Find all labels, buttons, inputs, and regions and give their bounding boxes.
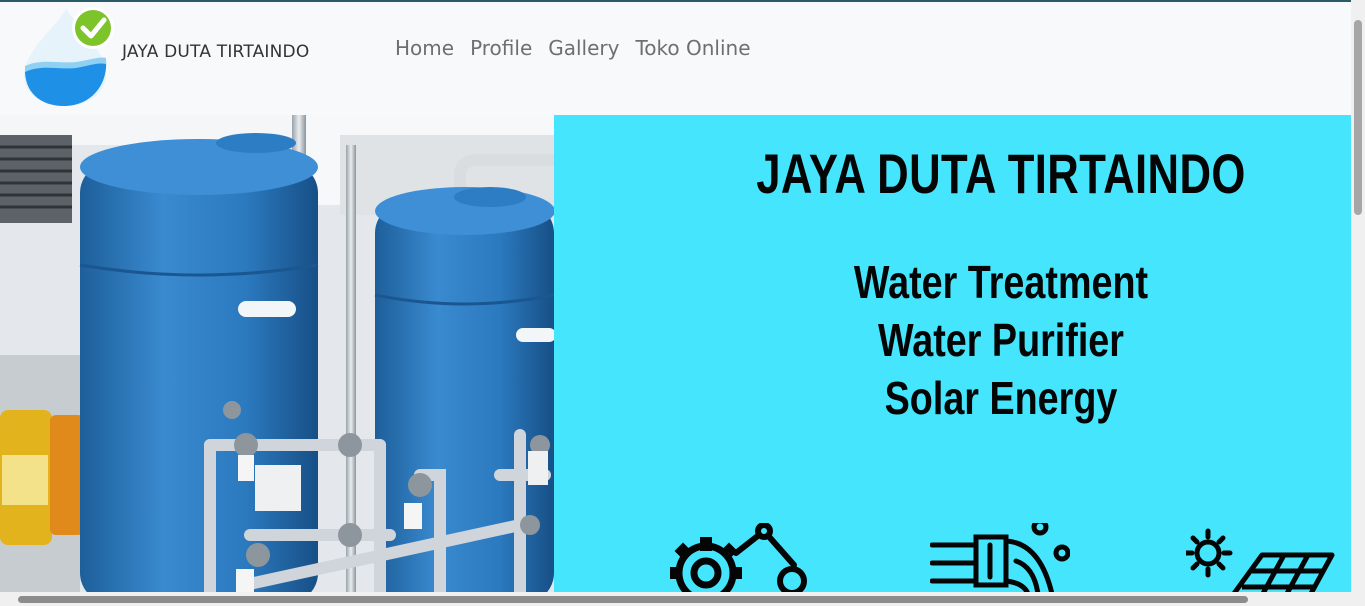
- hero-section: JAYA DUTA TIRTAINDO Water Treatment Wate…: [0, 115, 1351, 592]
- main-nav: Home Profile Gallery Toko Online: [395, 36, 751, 60]
- navbar: JAYA DUTA TIRTAINDO Home Profile Gallery…: [0, 2, 1351, 115]
- nav-home[interactable]: Home: [395, 36, 454, 60]
- nav-toko-online[interactable]: Toko Online: [635, 36, 750, 60]
- horizontal-scrollbar[interactable]: [0, 592, 1365, 606]
- horizontal-scroll-thumb[interactable]: [18, 596, 1248, 603]
- brand-name[interactable]: JAYA DUTA TIRTAINDO: [122, 42, 309, 62]
- water-tanks-photo: [0, 115, 554, 592]
- water-pipe-flow-icon: [930, 523, 1070, 592]
- service-list: Water Treatment Water Purifier Solar Ene…: [554, 253, 1351, 427]
- vertical-scrollbar[interactable]: [1351, 0, 1365, 592]
- hero-text-panel: JAYA DUTA TIRTAINDO Water Treatment Wate…: [554, 115, 1351, 592]
- service-water-purifier: Water Purifier: [878, 314, 1124, 366]
- nav-gallery[interactable]: Gallery: [548, 36, 619, 60]
- gear-robot-arm-icon: [670, 523, 807, 592]
- solar-panel-icon: [1186, 528, 1335, 592]
- nav-profile[interactable]: Profile: [470, 36, 532, 60]
- vertical-scroll-thumb[interactable]: [1354, 20, 1362, 215]
- page: JAYA DUTA TIRTAINDO Home Profile Gallery…: [0, 0, 1351, 592]
- service-solar-energy: Solar Energy: [884, 372, 1118, 424]
- hero-title: JAYA DUTA TIRTAINDO: [756, 142, 1246, 205]
- service-water-treatment: Water Treatment: [853, 256, 1149, 308]
- water-drop-check-icon[interactable]: [20, 2, 120, 108]
